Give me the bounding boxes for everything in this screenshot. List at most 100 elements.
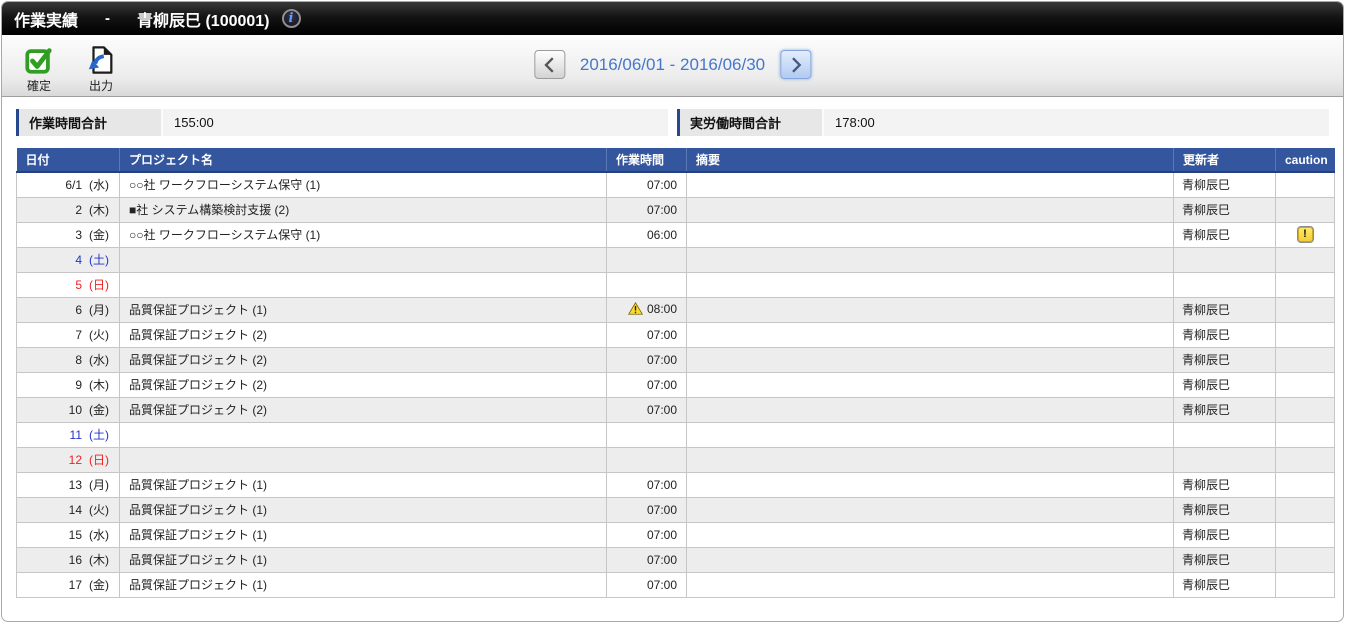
table-row[interactable]: 5 (日) (16, 271, 1335, 298)
time-text: 07:00 (646, 352, 677, 367)
project-cell: ○○社 ワークフローシステム保守 (1) (119, 171, 607, 198)
info-icon[interactable]: i (281, 9, 301, 28)
project-cell: 品質保証プロジェクト (2) (119, 321, 607, 348)
user-name: 青柳辰巳 (100001) (137, 12, 270, 30)
updater-cell: 青柳辰巳 (1173, 171, 1276, 198)
updater-cell: 青柳辰巳 (1173, 471, 1276, 498)
page-title: 作業実績 (14, 12, 79, 30)
time-text: 08:00 (646, 301, 677, 316)
table-row[interactable]: 6 (月) 品質保証プロジェクト (1) 08:00 青柳辰巳 (16, 296, 1335, 323)
project-cell: 品質保証プロジェクト (1) (119, 571, 607, 598)
chevron-left-icon (543, 56, 554, 73)
project-cell: 品質保証プロジェクト (1) (119, 521, 607, 548)
project-cell: 品質保証プロジェクト (2) (119, 396, 607, 423)
work-time-total-label: 作業時間合計 (19, 109, 163, 136)
table-row[interactable]: 7 (火) 品質保証プロジェクト (2) 07:00 青柳辰巳 (16, 321, 1335, 348)
date-number: 4 (75, 253, 82, 267)
summary-bar: 作業時間合計 155:00 実労働時間合計 178:00 (16, 109, 1329, 136)
output-button[interactable]: 出力 (78, 42, 124, 96)
table-row[interactable]: 17 (金) 品質保証プロジェクト (1) 07:00 青柳辰巳 (16, 571, 1335, 598)
date-range-label[interactable]: 2016/06/01 - 2016/06/30 (580, 55, 765, 75)
actual-time-total: 実労働時間合計 178:00 (677, 109, 1329, 136)
date-cell: 17 (金) (16, 571, 120, 598)
date-cell: 12 (日) (16, 446, 120, 473)
time-cell: 07:00 (606, 321, 687, 348)
time-cell: 07:00 (606, 471, 687, 498)
table-row[interactable]: 12 (日) (16, 446, 1335, 473)
caution-cell (1275, 246, 1335, 273)
date-weekday: (金) (89, 578, 109, 592)
table-row[interactable]: 3 (金) ○○社 ワークフローシステム保守 (1) 06:00 青柳辰巳 ! (16, 221, 1335, 248)
project-cell (119, 271, 607, 298)
table-row[interactable]: 15 (水) 品質保証プロジェクト (1) 07:00 青柳辰巳 (16, 521, 1335, 548)
time-cell: 07:00 (606, 496, 687, 523)
date-cell: 7 (火) (16, 321, 120, 348)
table-row[interactable]: 6/1 (水) ○○社 ワークフローシステム保守 (1) 07:00 青柳辰巳 (16, 171, 1335, 198)
updater-cell: 青柳辰巳 (1173, 521, 1276, 548)
caution-cell (1275, 196, 1335, 223)
table-row[interactable]: 16 (木) 品質保証プロジェクト (1) 07:00 青柳辰巳 (16, 546, 1335, 573)
time-cell (606, 421, 687, 448)
caution-cell (1275, 546, 1335, 573)
next-month-button[interactable] (780, 50, 812, 79)
time-cell: 07:00 (606, 371, 687, 398)
chevron-right-icon (791, 56, 802, 73)
note-cell (686, 271, 1174, 298)
table-row[interactable]: 10 (金) 品質保証プロジェクト (2) 07:00 青柳辰巳 (16, 396, 1335, 423)
updater-cell (1173, 246, 1276, 273)
date-weekday: (水) (89, 528, 109, 542)
prev-month-button[interactable] (533, 50, 565, 79)
note-cell (686, 471, 1174, 498)
date-weekday: (水) (89, 353, 109, 367)
time-cell: 08:00 (606, 296, 687, 323)
date-weekday: (木) (89, 378, 109, 392)
project-cell: 品質保証プロジェクト (1) (119, 471, 607, 498)
date-cell: 6 (月) (16, 296, 120, 323)
project-cell: 品質保証プロジェクト (1) (119, 546, 607, 573)
confirm-checkbox-icon (24, 44, 54, 76)
table-row[interactable]: 11 (土) (16, 421, 1335, 448)
toolbar: 確定 出力 2016/06/01 - 2016/06/30 (2, 35, 1343, 97)
date-number: 16 (68, 553, 82, 567)
caution-cell (1275, 571, 1335, 598)
time-text: 07:00 (646, 552, 677, 567)
project-cell (119, 446, 607, 473)
date-number: 2 (75, 203, 82, 217)
time-cell: 07:00 (606, 346, 687, 373)
date-cell: 10 (金) (16, 396, 120, 423)
title-bar: 作業実績 - 青柳辰巳 (100001) i (2, 2, 1343, 35)
project-cell: 品質保証プロジェクト (1) (119, 496, 607, 523)
warning-icon (627, 301, 644, 318)
note-cell (686, 171, 1174, 198)
table-row[interactable]: 4 (土) (16, 246, 1335, 273)
table-row[interactable]: 14 (火) 品質保証プロジェクト (1) 07:00 青柳辰巳 (16, 496, 1335, 523)
date-number: 13 (68, 478, 82, 492)
column-header-updater: 更新者 (1173, 148, 1276, 173)
date-cell: 15 (水) (16, 521, 120, 548)
date-number: 11 (69, 428, 82, 442)
date-cell: 9 (木) (16, 371, 120, 398)
note-cell (686, 296, 1174, 323)
caution-cell (1275, 171, 1335, 198)
date-cell: 11 (土) (16, 421, 120, 448)
updater-cell: 青柳辰巳 (1173, 546, 1276, 573)
time-cell: 07:00 (606, 171, 687, 198)
table-row[interactable]: 2 (木) ■社 システム構築検討支援 (2) 07:00 青柳辰巳 (16, 196, 1335, 223)
date-number: 14 (68, 503, 82, 517)
date-cell: 4 (土) (16, 246, 120, 273)
date-weekday: (月) (89, 303, 109, 317)
project-cell (119, 246, 607, 273)
table-row[interactable]: 9 (木) 品質保証プロジェクト (2) 07:00 青柳辰巳 (16, 371, 1335, 398)
date-number: 6 (75, 303, 82, 317)
confirm-button[interactable]: 確定 (16, 42, 62, 96)
updater-cell: 青柳辰巳 (1173, 371, 1276, 398)
content-area: 作業時間合計 155:00 実労働時間合計 178:00 日付 プロジェクト名 … (2, 97, 1343, 598)
table-row[interactable]: 13 (月) 品質保証プロジェクト (1) 07:00 青柳辰巳 (16, 471, 1335, 498)
date-number: 10 (68, 403, 82, 417)
date-number: 5 (75, 278, 82, 292)
caution-cell (1275, 321, 1335, 348)
date-weekday: (火) (89, 328, 109, 342)
project-cell (119, 421, 607, 448)
caution-icon[interactable]: ! (1296, 226, 1314, 243)
table-row[interactable]: 8 (水) 品質保証プロジェクト (2) 07:00 青柳辰巳 (16, 346, 1335, 373)
